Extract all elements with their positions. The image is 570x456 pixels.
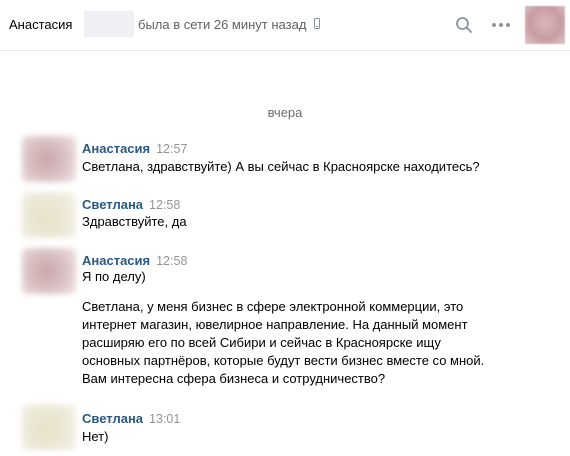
message-time: 12:58	[156, 254, 188, 268]
message-text: Нет)	[82, 429, 109, 444]
message-author[interactable]: Светлана	[82, 411, 143, 426]
message-author[interactable]: Анастасия	[82, 141, 150, 156]
message-text: Здравствуйте, да	[82, 214, 187, 229]
search-icon[interactable]	[455, 16, 473, 34]
message-text: Светлана, у меня бизнес в сфере электрон…	[82, 299, 485, 386]
blurred-surname	[84, 11, 134, 37]
message-text: Светлана, здравствуйте) А вы сейчас в Кр…	[82, 159, 480, 174]
message-time: 12:58	[149, 198, 181, 212]
message-header: Светлана 12:58	[82, 197, 180, 212]
message-header: Анастасия 12:57	[82, 141, 187, 156]
day-separator: вчера	[267, 105, 303, 120]
more-icon[interactable]	[490, 16, 512, 34]
message-time: 12:57	[156, 142, 188, 156]
avatar[interactable]	[22, 404, 76, 450]
avatar[interactable]	[22, 136, 76, 182]
message-header: Светлана 13:01	[82, 411, 180, 426]
phone-icon	[314, 18, 320, 29]
avatar[interactable]	[22, 192, 76, 238]
message-text: Я по делу)	[82, 269, 146, 284]
chat-header: Анастасия была в сети 26 минут назад	[0, 0, 570, 51]
message-header: Анастасия 12:58	[82, 253, 187, 268]
avatar[interactable]	[22, 248, 76, 294]
message-author[interactable]: Анастасия	[82, 253, 150, 268]
message-time: 13:01	[149, 412, 181, 426]
contact-name[interactable]: Анастасия	[9, 17, 72, 32]
online-status: была в сети 26 минут назад	[138, 17, 307, 32]
contact-avatar[interactable]	[525, 6, 565, 44]
message-author[interactable]: Светлана	[82, 197, 143, 212]
